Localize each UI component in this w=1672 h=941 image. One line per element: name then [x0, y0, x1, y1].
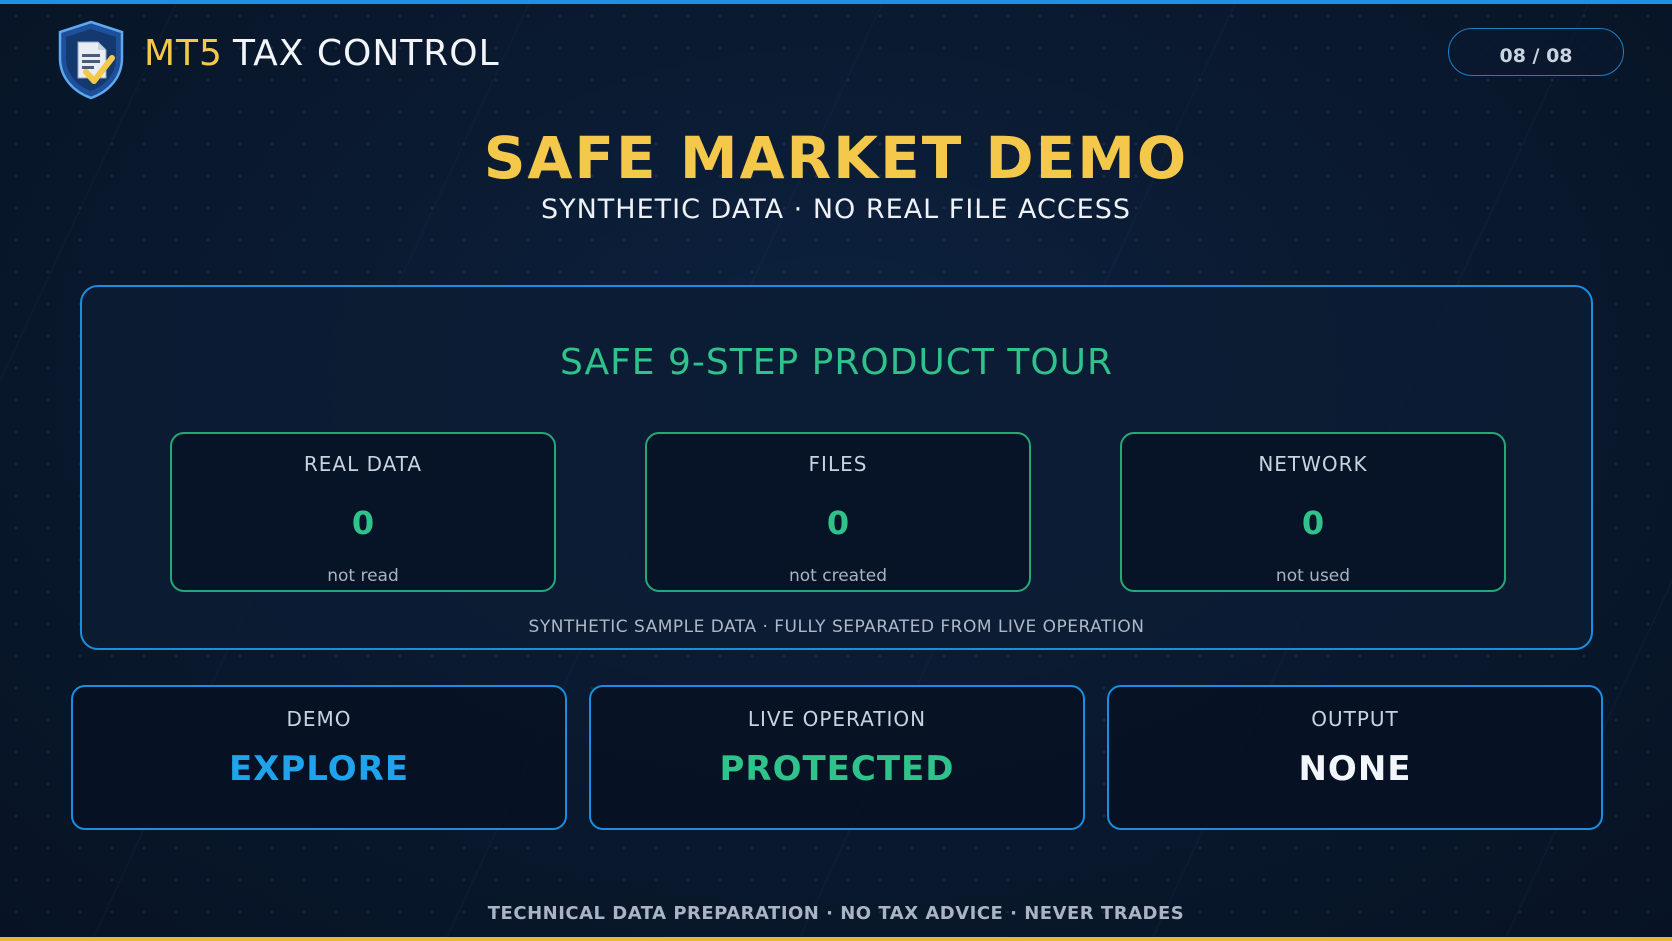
page-title: SAFE MARKET DEMO: [483, 124, 1189, 192]
metric-card-network: NETWORK 0 not used: [1120, 432, 1506, 592]
status-value: NONE: [1298, 749, 1412, 789]
status-card-output: OUTPUT NONE: [1107, 685, 1603, 830]
status-label: OUTPUT: [1311, 707, 1399, 731]
metric-value: 0: [1301, 504, 1325, 542]
top-accent-bar: [0, 0, 1672, 4]
status-value: EXPLORE: [228, 749, 410, 789]
page-subtitle: SYNTHETIC DATA · NO REAL FILE ACCESS: [540, 194, 1132, 225]
status-value: PROTECTED: [719, 749, 955, 789]
tour-footer-note: SYNTHETIC SAMPLE DATA · FULLY SEPARATED …: [528, 617, 1145, 637]
footer-disclaimer: TECHNICAL DATA PREPARATION · NO TAX ADVI…: [487, 903, 1185, 924]
product-tour-panel: SAFE 9-STEP PRODUCT TOUR REAL DATA 0 not…: [80, 285, 1593, 650]
page-indicator: 08 / 08: [1448, 28, 1624, 76]
brand-accent: MT5: [144, 33, 223, 74]
metric-note: not read: [327, 566, 399, 586]
metric-note: not created: [789, 566, 887, 586]
status-card-demo: DEMO EXPLORE: [71, 685, 567, 830]
status-label: DEMO: [286, 707, 352, 731]
bottom-accent-bar: [0, 937, 1672, 941]
status-label: LIVE OPERATION: [747, 707, 927, 731]
metric-note: not used: [1275, 566, 1351, 586]
metric-value: 0: [351, 504, 375, 542]
metric-value: 0: [826, 504, 850, 542]
shield-document-check-icon: [58, 20, 124, 100]
metric-label: REAL DATA: [303, 452, 423, 476]
metric-card-real-data: REAL DATA 0 not read: [170, 432, 556, 592]
metric-card-files: FILES 0 not created: [645, 432, 1031, 592]
brand-name: MT5 TAX CONTROL: [144, 30, 500, 78]
metric-label: NETWORK: [1258, 452, 1368, 476]
metric-label: FILES: [808, 452, 868, 476]
tour-title: SAFE 9-STEP PRODUCT TOUR: [559, 342, 1114, 383]
status-card-live-operation: LIVE OPERATION PROTECTED: [589, 685, 1085, 830]
brand-rest: TAX CONTROL: [232, 33, 500, 74]
